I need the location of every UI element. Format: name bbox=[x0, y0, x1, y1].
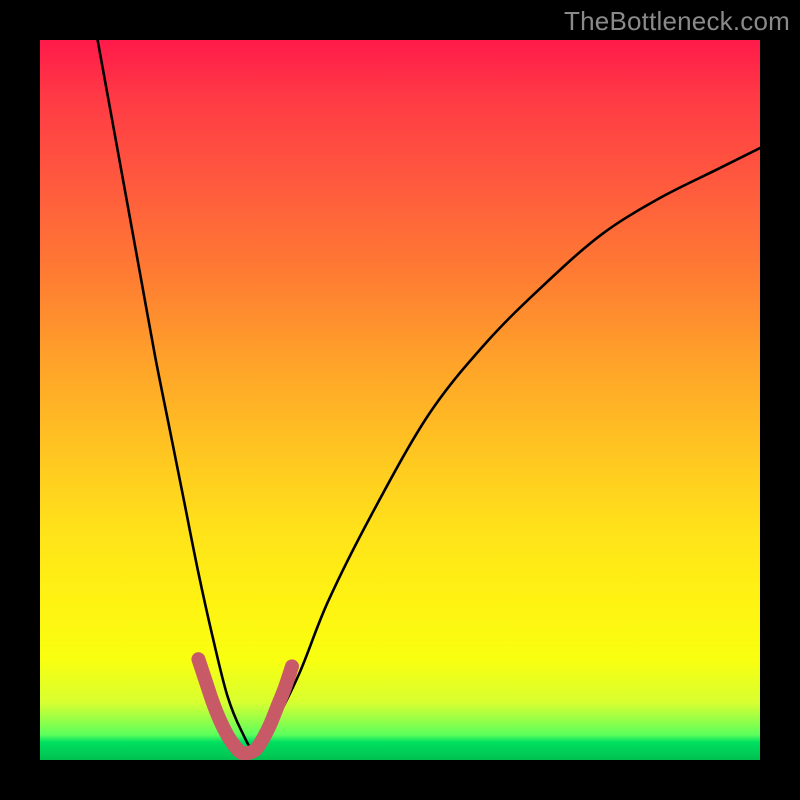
chart-svg bbox=[40, 40, 760, 760]
bottleneck-curve bbox=[98, 40, 760, 753]
chart-frame: TheBottleneck.com bbox=[0, 0, 800, 800]
watermark-text: TheBottleneck.com bbox=[564, 6, 790, 37]
plot-area bbox=[40, 40, 760, 760]
